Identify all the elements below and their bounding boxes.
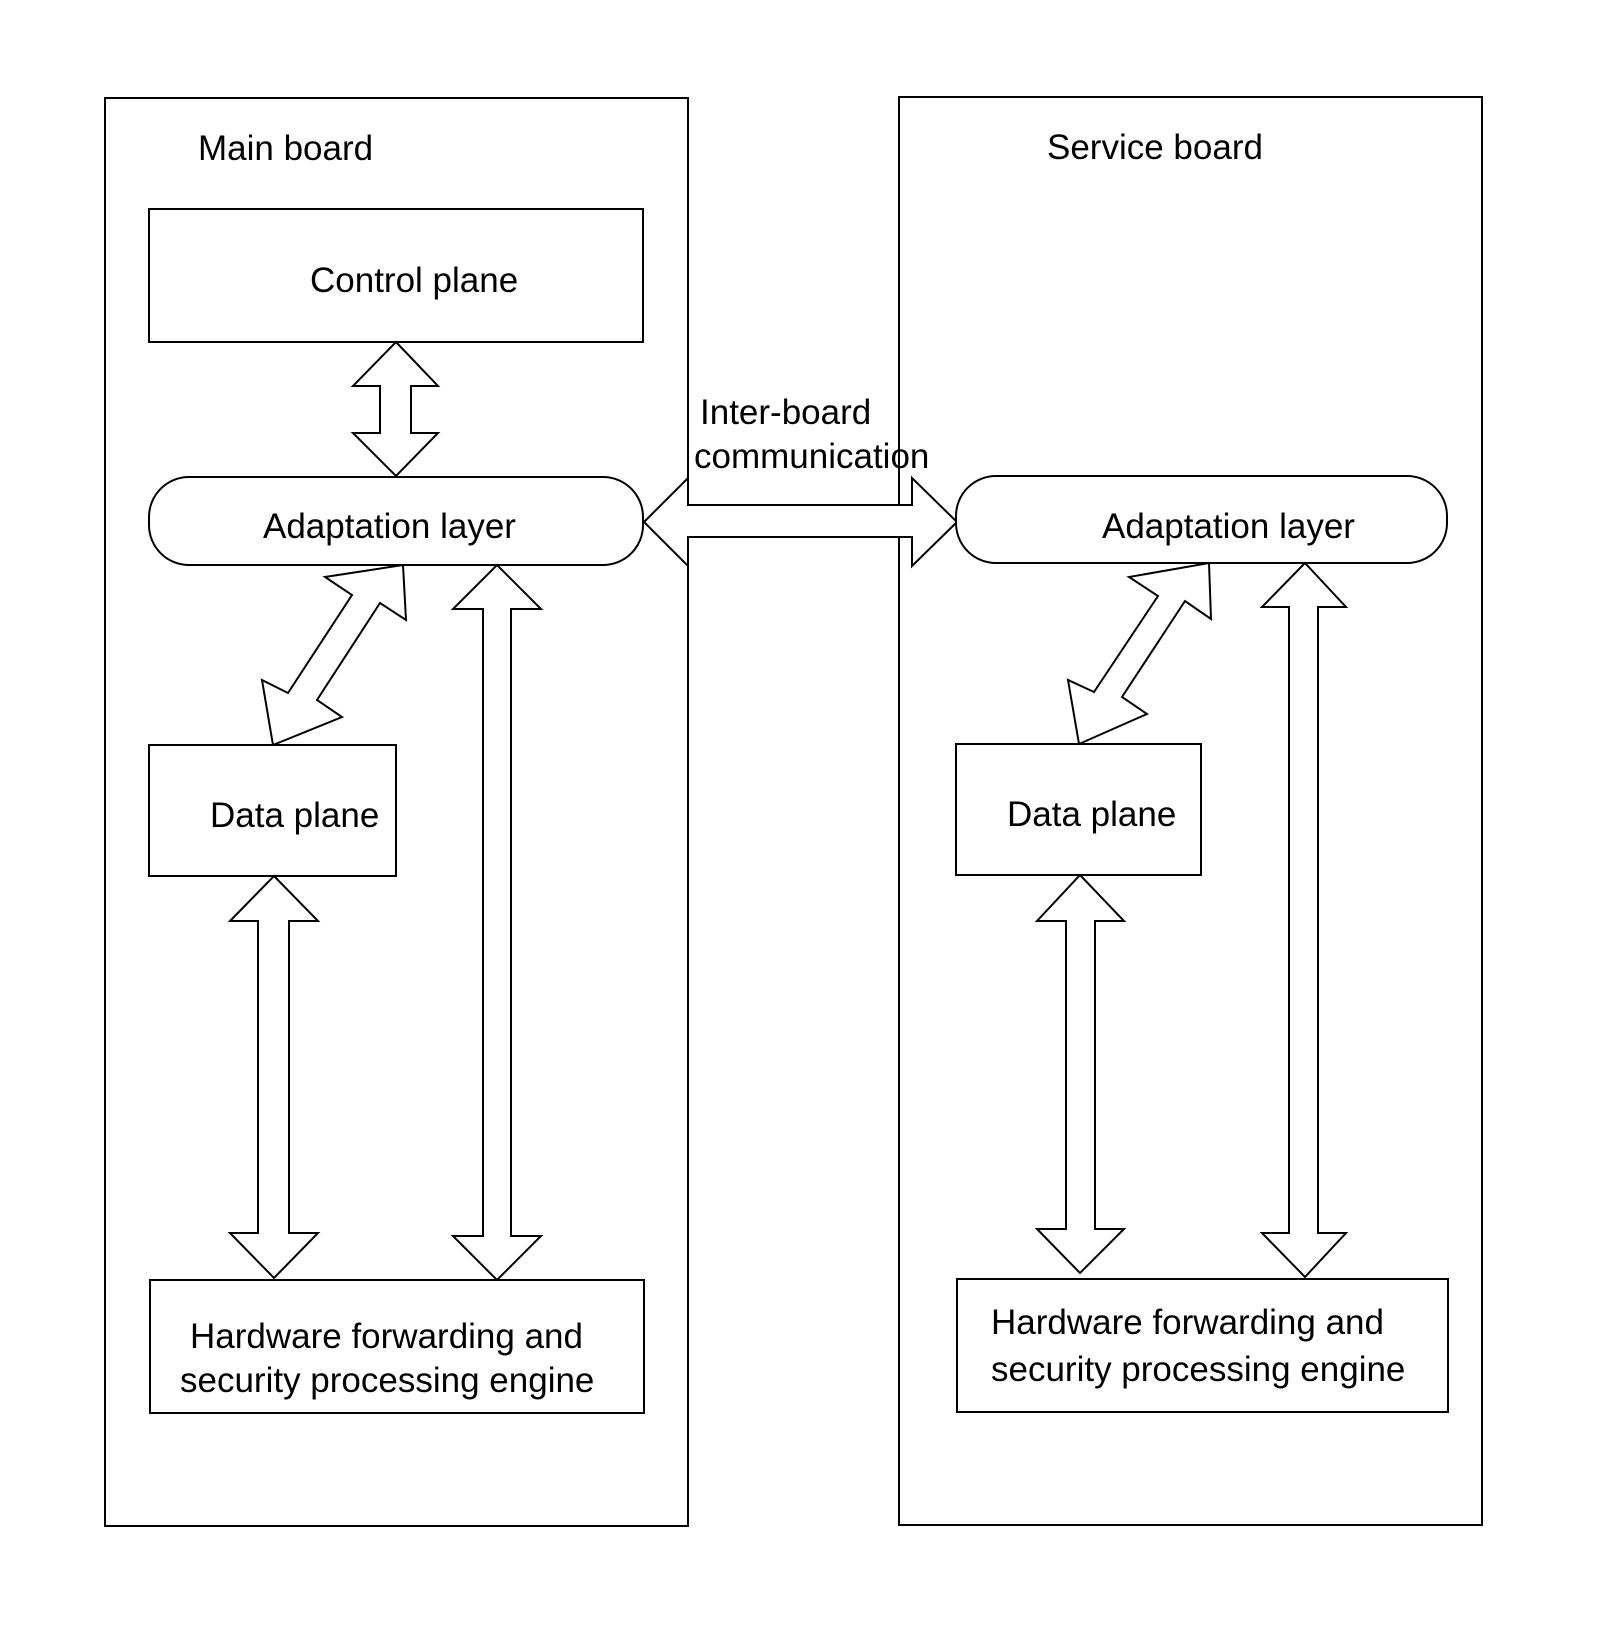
main-control-plane-label: Control plane (310, 261, 518, 300)
main-data-plane-label: Data plane (210, 796, 379, 835)
service-engine-label-line2: security processing engine (991, 1350, 1405, 1389)
service-data-plane-label: Data plane (1007, 795, 1176, 834)
service-engine-box (956, 1278, 1449, 1413)
service-adaptation-layer-label: Adaptation layer (1102, 507, 1355, 546)
service-engine-label-line1: Hardware forwarding and (991, 1303, 1384, 1342)
main-adaptation-layer-label: Adaptation layer (263, 507, 516, 546)
diagram-canvas: Main board Service board Inter-board com… (104, 96, 1483, 1527)
service-board-title: Service board (1047, 128, 1263, 167)
inter-board-label-line2: communication (694, 437, 929, 476)
inter-board-label-line1: Inter-board (700, 393, 871, 432)
main-engine-label-line2: security processing engine (180, 1361, 594, 1400)
main-board-title: Main board (198, 129, 373, 168)
main-engine-label-line1: Hardware forwarding and (190, 1317, 583, 1356)
